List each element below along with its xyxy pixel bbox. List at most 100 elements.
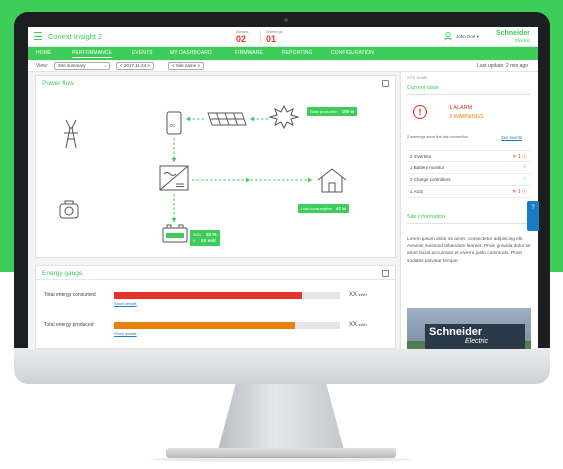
soc-value: 62 % [206, 232, 217, 237]
solar-production-text: Solar production [310, 110, 338, 114]
load-consumption-value: 47 w [336, 206, 346, 211]
user-menu[interactable]: John Doe ▾ [456, 34, 479, 40]
solar-production-label: Solar production 108 w [307, 107, 357, 116]
flow-arrows [173, 118, 312, 222]
chevron-down-icon: ▾ [476, 34, 479, 39]
energy-consumed-fill [114, 292, 302, 299]
chevron-down-icon: ⌵ [103, 63, 107, 68]
logo-top-text: Schneider [496, 30, 530, 37]
device-name: 1 Battery monitor [410, 165, 445, 170]
warning-count-text: 2 WARNINGS [449, 114, 484, 120]
logo-bottom-text: Electric [515, 38, 530, 43]
view-select[interactable]: Site summary ⌵ [54, 62, 110, 70]
device-row[interactable]: 1 AGS ✕ 1 ⓘ [407, 186, 531, 198]
help-tab[interactable]: ? [527, 201, 539, 231]
view-label: View: [36, 63, 49, 69]
alert-icon: ! [413, 105, 427, 119]
hamburger-menu-icon[interactable] [34, 32, 42, 40]
alarm-count-text: 1 ALARM [449, 105, 473, 111]
energy-produced-label: Total energy produced [44, 322, 94, 328]
top-bar: Conext Insight 2 Alarms 02 Warnings 01 J… [28, 27, 538, 47]
device-name: 2 Charge controllers [410, 177, 451, 182]
device-row[interactable]: 1 Battery monitor ✓ [407, 162, 531, 174]
voltage-text: V [193, 239, 196, 243]
camera-dot [284, 18, 288, 22]
schneider-logo: Schneider Electric [496, 30, 530, 44]
show-details-consumed-link[interactable]: Show details [114, 301, 137, 306]
charge-controller-icon: cc [166, 111, 182, 135]
monitor-chin [14, 348, 550, 384]
site-selector[interactable]: < Site name > [168, 62, 205, 70]
grid-tower-icon [64, 119, 78, 149]
photo-logo-top: Schneider [429, 326, 483, 338]
view-toolbar: View: Site summary ⌵ < 2017.11.24 > < Sit… [28, 60, 538, 72]
nav-my-dashboard[interactable]: MY DASHBOARD [170, 50, 212, 56]
show-details-produced-link[interactable]: Show details [114, 331, 137, 336]
load-consumption-label: Load consumption 47 w [298, 204, 349, 213]
energy-gauge-panel: Energy gauge Total energy consumed Show … [35, 265, 396, 349]
current-state-title: Current state [407, 85, 439, 91]
energy-produced-fill [114, 322, 295, 329]
energy-produced-number: XX [349, 322, 358, 328]
inverter-icon [159, 165, 189, 191]
date-selector[interactable]: < 2017.11.24 > [116, 62, 154, 70]
alarms-count: 02 [236, 34, 247, 44]
energy-consumed-value: XX kWh [349, 292, 367, 298]
warnings-note: 2 warnings since the last connection [407, 135, 468, 139]
energy-consumed-bar [114, 292, 340, 299]
nav-firmware[interactable]: FIRMWARE [235, 50, 263, 56]
device-status: ✕ 1 ⓘ [512, 189, 527, 195]
monitor-stand-neck [218, 384, 344, 450]
site-information-title: Site information [407, 214, 446, 220]
panel-divider [36, 279, 395, 280]
site-information-divider [407, 223, 531, 224]
device-status: ✕ 1 ⓘ [512, 154, 527, 160]
energy-gauge-title: Energy gauge [42, 270, 83, 277]
edit-icon[interactable] [382, 270, 389, 277]
energy-consumed-label: Total energy consumed [44, 292, 96, 298]
solar-panel-icon [207, 112, 247, 126]
solar-production-value: 108 w [341, 109, 354, 114]
site-photo: Schneider Electric [407, 308, 531, 349]
alarms-counter[interactable]: Alarms 02 [236, 29, 248, 44]
nav-events[interactable]: EVENTS [132, 50, 153, 56]
cc-label: cc [170, 123, 176, 129]
load-consumption-text: Load consumption [301, 207, 333, 211]
warnings-count: 01 [266, 34, 277, 44]
help-icon: ? [531, 205, 535, 211]
energy-consumed-unit: kWh [358, 292, 367, 297]
soc-text: SOC [193, 233, 202, 237]
device-status: ✓ [522, 176, 527, 182]
nav-performance[interactable]: PERFORMANCE [72, 50, 112, 58]
app-screen: Conext Insight 2 Alarms 02 Warnings 01 J… [28, 27, 538, 349]
stand-shadow [150, 457, 412, 462]
generator-icon [59, 200, 79, 219]
nav-configuration[interactable]: CONFIGURATION [331, 50, 374, 56]
battery-soc-label: SOC 62 % V XX volt [190, 230, 220, 246]
device-name: 2 Inverters [410, 154, 432, 159]
nav-reporting[interactable]: REPORTING [282, 50, 313, 56]
user-name-text: John Doe [456, 34, 476, 39]
site-sidebar: SITE NAME Current state ! 1 ALARM 2 WARN… [400, 72, 538, 349]
user-icon [444, 32, 452, 41]
main-nav: HOME PERFORMANCE EVENTS MY DASHBOARD FIR… [28, 47, 538, 60]
nav-home[interactable]: HOME [36, 50, 51, 56]
house-icon [317, 168, 347, 193]
power-flow-panel: Power flow cc Solar production 108 w Loa… [35, 75, 396, 258]
last-update-text: Last update: 2 min ago [477, 63, 528, 69]
photo-logo-bottom: Electric [465, 338, 488, 345]
sun-icon [268, 104, 300, 130]
energy-produced-unit: kWh [358, 322, 367, 327]
voltage-value: XX volt [200, 238, 216, 243]
energy-consumed-number: XX [349, 292, 358, 298]
battery-icon [162, 224, 188, 243]
current-state-divider [407, 94, 531, 95]
alarms-divider [260, 30, 261, 44]
view-select-value: Site summary [58, 63, 86, 68]
warnings-counter[interactable]: Warnings 01 [266, 29, 283, 44]
see-events-link[interactable]: See events [501, 135, 522, 140]
device-row[interactable]: 2 Charge controllers ✓ [407, 174, 531, 186]
device-name: 1 AGS [410, 189, 424, 194]
device-row[interactable]: 2 Inverters ✕ 1 ⓘ [407, 150, 531, 162]
app-title: Conext Insight 2 [48, 32, 103, 41]
